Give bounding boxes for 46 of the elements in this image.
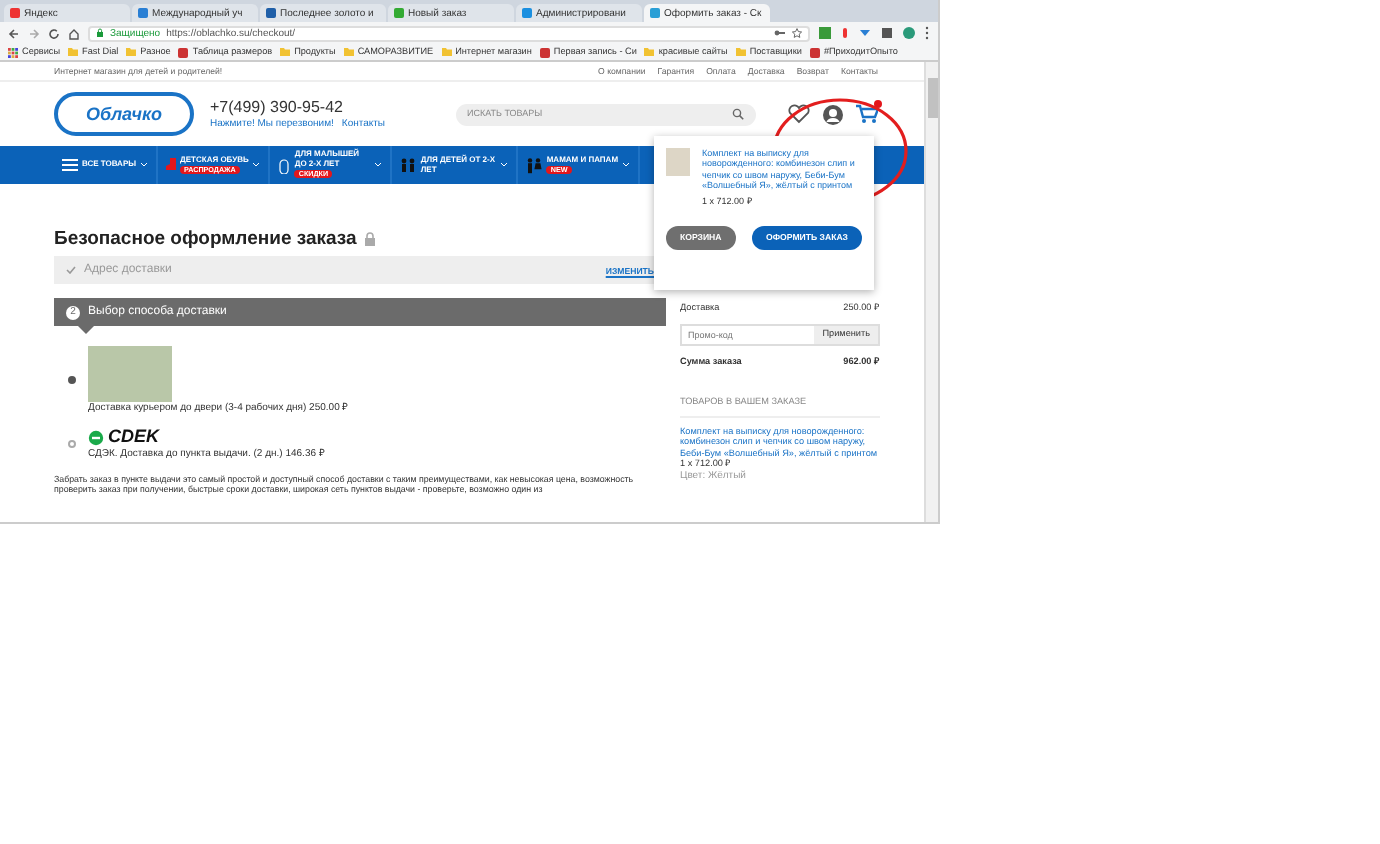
photo-placeholder xyxy=(88,346,172,403)
phone-number: +7(499) 390-95-42 xyxy=(210,98,345,118)
cdek-logo-text: CDEK xyxy=(108,426,160,449)
menu-icon xyxy=(62,158,78,172)
scrollbar[interactable] xyxy=(924,62,938,522)
product-thumbnail xyxy=(666,148,690,176)
tab-favicon-icon xyxy=(394,8,404,18)
back-icon[interactable] xyxy=(8,27,20,39)
cart-icon[interactable] xyxy=(855,104,878,124)
site-favicon-icon xyxy=(809,47,820,57)
lock-icon xyxy=(96,28,104,38)
folder-icon xyxy=(735,48,746,56)
tab-favicon-icon xyxy=(138,8,148,18)
boot-icon xyxy=(166,158,177,172)
folder-icon xyxy=(126,48,137,56)
star-icon[interactable] xyxy=(792,28,802,38)
cart-badge xyxy=(873,100,882,108)
check-icon xyxy=(66,266,76,275)
site-favicon-icon xyxy=(178,47,189,57)
tab-favicon-icon xyxy=(650,8,660,18)
tab-favicon-icon xyxy=(266,8,276,18)
children-icon xyxy=(400,158,417,172)
home-icon[interactable] xyxy=(68,27,80,39)
site-favicon-icon xyxy=(539,47,550,57)
heart-icon[interactable] xyxy=(787,104,810,124)
folder-icon xyxy=(441,48,452,56)
user-icon[interactable] xyxy=(821,103,844,125)
parents-icon xyxy=(526,157,543,173)
radio-button[interactable] xyxy=(68,439,76,448)
key-icon[interactable] xyxy=(774,28,786,38)
site-logo[interactable]: Облачко xyxy=(54,92,194,136)
folder-icon xyxy=(644,48,655,56)
page-title: Безопасное оформление заказа xyxy=(54,228,357,251)
tab-favicon-icon xyxy=(10,8,20,18)
folder-icon xyxy=(68,48,79,56)
folder-icon xyxy=(343,48,354,56)
folder-icon xyxy=(280,48,291,56)
cdek-logo-icon xyxy=(88,429,104,446)
lock-icon xyxy=(364,232,377,247)
search-icon xyxy=(731,108,744,120)
reload-icon[interactable] xyxy=(48,27,60,39)
menu-icon[interactable] xyxy=(924,26,930,40)
bottle-icon xyxy=(278,157,291,173)
tab-favicon-icon xyxy=(522,8,532,18)
apps-icon xyxy=(8,47,18,57)
radio-button[interactable] xyxy=(68,376,76,385)
